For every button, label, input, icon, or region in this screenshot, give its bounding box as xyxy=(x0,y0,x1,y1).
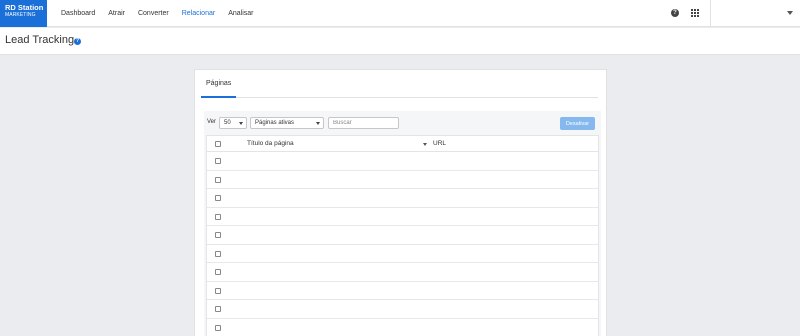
ver-label: Ver xyxy=(207,119,217,125)
navbar-divider xyxy=(710,0,711,27)
table-row[interactable] xyxy=(207,152,598,171)
nav-converter[interactable]: Converter xyxy=(138,10,169,17)
select-all-checkbox[interactable] xyxy=(215,141,221,147)
active-tab-indicator xyxy=(201,96,236,98)
page-size-select[interactable]: 50 xyxy=(219,117,247,129)
table-row[interactable] xyxy=(207,208,598,226)
table-row[interactable] xyxy=(207,263,598,282)
tabs-border xyxy=(201,97,598,98)
chevron-down-icon xyxy=(239,122,243,125)
table-panel: Ver 50 Páginas ativas Desativar Título d… xyxy=(204,111,601,336)
question-circle-icon[interactable]: ? xyxy=(671,9,679,17)
row-checkbox[interactable] xyxy=(215,232,221,238)
row-checkbox[interactable] xyxy=(215,176,221,183)
nav-relacionar[interactable]: Relacionar xyxy=(182,10,215,17)
column-header-title[interactable]: Título da página xyxy=(247,140,294,147)
top-navbar: RD Station MARKETING Dashboard Atrair Co… xyxy=(0,0,800,27)
table-row[interactable] xyxy=(207,282,598,300)
rd-station-logo[interactable]: RD Station MARKETING xyxy=(0,0,47,27)
user-menu-chevron-down-icon[interactable] xyxy=(787,11,793,15)
sort-desc-icon[interactable] xyxy=(423,143,427,146)
row-checkbox[interactable] xyxy=(215,250,221,257)
table-row[interactable] xyxy=(207,245,598,263)
chevron-down-icon xyxy=(316,122,320,125)
apps-grid-icon[interactable] xyxy=(691,9,699,17)
row-checkbox[interactable] xyxy=(215,324,221,331)
status-filter-value: Páginas ativas xyxy=(255,120,295,126)
table-row[interactable] xyxy=(207,189,598,208)
pages-card: Páginas Ver 50 Páginas ativas Desativar … xyxy=(194,69,607,336)
brand-subtitle: MARKETING xyxy=(5,12,36,18)
row-checkbox[interactable] xyxy=(215,213,221,220)
search-input[interactable] xyxy=(328,117,399,129)
main-nav: Dashboard Atrair Converter Relacionar An… xyxy=(61,0,266,27)
nav-atrair[interactable]: Atrair xyxy=(108,10,125,17)
nav-dashboard[interactable]: Dashboard xyxy=(61,10,95,17)
table-row[interactable] xyxy=(207,171,598,189)
nav-analisar[interactable]: Analisar xyxy=(228,10,253,17)
table-header: Título da página URL xyxy=(207,136,598,152)
table-row[interactable] xyxy=(207,300,598,319)
row-checkbox[interactable] xyxy=(215,195,221,201)
table-row[interactable] xyxy=(207,319,598,336)
status-filter-select[interactable]: Páginas ativas xyxy=(250,117,324,129)
pages-table: Título da página URL xyxy=(206,135,599,336)
table-row[interactable] xyxy=(207,226,598,245)
row-checkbox[interactable] xyxy=(215,158,221,164)
tab-paginas[interactable]: Páginas xyxy=(206,80,231,87)
title-help-icon[interactable]: ? xyxy=(74,38,81,45)
deactivate-button[interactable]: Desativar xyxy=(560,117,595,130)
brand-name: RD Station xyxy=(5,3,44,12)
page-size-value: 50 xyxy=(224,120,231,126)
page-header xyxy=(0,28,800,55)
page-title: Lead Tracking xyxy=(5,34,75,46)
row-checkbox[interactable] xyxy=(215,287,221,294)
row-checkbox[interactable] xyxy=(215,269,221,275)
column-header-url[interactable]: URL xyxy=(433,140,446,147)
row-checkbox[interactable] xyxy=(215,306,221,312)
